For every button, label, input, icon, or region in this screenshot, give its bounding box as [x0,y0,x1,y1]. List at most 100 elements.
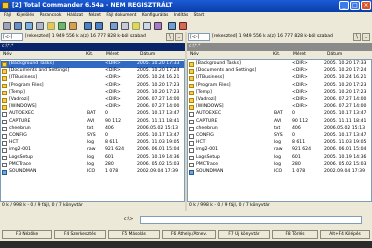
right-col-ext[interactable]: Kit. [273,51,280,59]
minimize-button[interactable]: _ [339,1,349,10]
f4-edit-button[interactable]: F4 Szerkesztés [54,230,106,239]
right-file-row[interactable]: img2-001 raw 921 624 2006. 06.01 15:04 [188,147,371,154]
menu-commands[interactable]: Parancsok [40,12,62,20]
right-col-date[interactable]: Dátum [327,51,342,59]
menu-start-2[interactable]: Start [194,12,205,20]
f7-mkdir-button[interactable]: F7 Új könyvtár [218,230,270,239]
left-file-row[interactable]: HCT log 8 611 2005. 11.03 19:05 [1,140,184,147]
left-col-date[interactable]: Dátum [140,51,155,59]
right-file-row[interactable]: CAPTURE AVI 90 112 2005. 11.11 18:41 [188,119,371,126]
left-col-name[interactable]: Név [3,51,12,59]
right-file-row[interactable]: [Documents and Settings] <DIR> 2005. 10.20… [188,68,371,75]
left-up-button[interactable]: .. [175,33,183,41]
menu-file[interactable]: Fájl [4,12,11,20]
back-arrow-icon[interactable] [84,22,92,30]
rename-icon[interactable] [132,22,140,30]
close-button[interactable]: × [361,1,371,10]
right-file-row[interactable]: PMCTrace log 280 2006. 05.02 15:03 [188,162,371,169]
app-icon [2,2,9,9]
full-view-icon[interactable] [25,22,33,30]
right-file-row[interactable]: AUTOEXEC BAT 0 2005. 10.17 13:47 [188,111,371,118]
left-file-row[interactable]: PMCTrace log 280 2006. 05.02 15:03 [1,162,184,169]
command-line-input[interactable] [140,216,362,224]
left-col-ext[interactable]: Kit. [86,51,93,59]
file-date: 2005. 10.20 17:33 [324,61,367,66]
right-file-row[interactable]: [Temp] <DIR> 2005. 10.20 17:23 [188,90,371,97]
menu-view[interactable]: Nézet [89,12,101,20]
forward-arrow-icon[interactable] [95,22,103,30]
left-root-button[interactable]: \ [166,33,174,41]
menu-select[interactable]: Kijelölés [16,12,34,20]
right-file-row[interactable]: LogsSetup log 601 2005. 10.19 14:36 [188,155,371,162]
f8-delete-button[interactable]: F8 Törlés [272,230,318,239]
right-drive-info: [rekeszted] 1 949 556 k a(z) 16 777 828 … [212,34,333,39]
f5-copy-button[interactable]: F5 Másolás [108,230,160,239]
left-drive-info: [rekeszted] 1 949 556 k a(z) 16 777 828 … [25,34,146,39]
right-up-button[interactable]: .. [362,33,370,41]
right-file-row[interactable]: [Program Files] <DIR> 2005. 10.20 17:23 [188,83,371,90]
title-bar[interactable]: [2] Total Commander 6.54a - NEM REGISZTR… [0,0,372,12]
left-file-row[interactable]: [Temp] <DIR> 2005. 10.20 17:23 [1,90,184,97]
right-root-button[interactable]: \ [353,33,361,41]
file-size: <DIR> [292,68,308,74]
left-file-row[interactable]: cheebrun txt 406 2006.05.02 15:13 [1,126,184,133]
file-icon [189,141,194,146]
right-file-row[interactable]: SOUNDMAN ICO 1 078 2002.09.04 17:39 [188,169,371,176]
right-file-row[interactable]: [Vadrozi] <DIR> 2006. 07.27 14:00 [188,97,371,104]
right-file-row[interactable]: [Background Tasks] <DIR> 2005. 10.20 17:33 [188,61,371,68]
file-date: 2005. 10.17 13:47 [324,111,367,117]
file-date: 2005. 10.19 14:36 [324,154,367,160]
left-file-row[interactable]: [ITBusiness] <DIR> 2005. 10.24 16.21 [1,75,184,82]
brief-view-icon[interactable] [14,22,22,30]
menu-start[interactable]: Indítás [174,12,188,20]
left-file-row[interactable]: CONFIG SYS 0 2005. 10.17 13:47 [1,133,184,140]
left-file-row[interactable]: img2-001 raw 921 624 2006. 06.01 15:04 [1,147,184,154]
f3-view-button[interactable]: F3 Nézőke [2,230,52,239]
unpack-icon[interactable] [69,22,77,30]
right-file-row[interactable]: CONFIG SYS 0 2005. 10.17 13:47 [188,133,371,140]
menu-configure[interactable]: Konfigurálás [142,12,169,20]
alt-f4-exit-button[interactable]: Alt+F4 Kilépés [320,230,370,239]
file-name: [Vadrozi] [196,97,217,102]
right-file-row[interactable]: HCT log 8 611 2005. 11.03 19:05 [188,140,371,147]
left-file-row[interactable]: SOUNDMAN ICO 1 078 2002.09.04 17:39 [1,169,184,176]
refresh-icon[interactable] [3,22,11,30]
left-file-row[interactable]: [Background Tasks] <DIR> 2005. 10.20 17:33 [1,61,184,68]
left-file-row[interactable]: [Program Files] <DIR> 2005. 10.20 17:23 [1,83,184,90]
right-file-row[interactable]: cheebrun txt 406 2006.05.02 15:13 [188,126,371,133]
right-file-row[interactable]: [ITBusiness] <DIR> 2005. 10.24 16.21 [188,75,371,82]
menu-file-doc[interactable]: Fájl dokument [106,12,136,20]
left-file-row[interactable]: CAPTURE AVI 90 112 2005. 11.11 18:41 [1,119,184,126]
right-col-name[interactable]: Név [190,51,199,59]
right-col-size[interactable]: Méret [293,51,306,59]
left-path-bar[interactable]: c:\*.* [0,43,185,51]
left-col-size[interactable]: Méret [106,51,119,59]
ftp-icon[interactable] [110,22,118,30]
left-file-row[interactable]: AUTOEXEC BAT 0 2005. 10.17 13:47 [1,111,184,118]
left-file-list[interactable]: [Background Tasks] <DIR> 2005. 10.20 17:33… [0,59,185,202]
file-ext: BAT [87,111,96,117]
left-file-row[interactable]: [WINDOWS] <DIR> 2006. 07.27 14:00 [1,104,184,111]
right-file-list[interactable]: [Background Tasks] <DIR> 2005. 10.20 17:33… [187,59,372,202]
right-file-row[interactable]: [WINDOWS] <DIR> 2006. 07.27 14:00 [188,104,371,111]
search-icon[interactable] [121,22,129,30]
file-name: [Documents and Settings] [196,68,257,74]
tree-icon[interactable] [36,22,44,30]
help-icon[interactable] [179,22,187,30]
menu-network[interactable]: Hálózat [67,12,83,20]
maximize-button[interactable]: □ [350,1,360,10]
sync-icon[interactable] [154,22,162,30]
notepad-icon[interactable] [168,22,176,30]
left-drive-select[interactable]: [-c-] [1,33,23,41]
file-name: cheebrun [196,125,218,131]
left-file-row[interactable]: LogsSetup log 601 2005. 10.19 14:36 [1,155,184,162]
compare-icon[interactable] [143,22,151,30]
right-drive-select[interactable]: [-c-] [188,33,210,41]
file-size: <DIR> [292,75,308,81]
pack-icon[interactable] [58,22,66,30]
right-path-bar[interactable]: c:\*.* [187,43,372,51]
left-file-row[interactable]: [Vadrozi] <DIR> 2006. 07.27 14:00 [1,97,184,104]
f6-move-button[interactable]: F6 Áthely./Átnev. [162,230,216,239]
left-file-row[interactable]: [Documents and Settings] <DIR> 2005. 10.20… [1,68,184,75]
folder-icon[interactable] [47,22,55,30]
